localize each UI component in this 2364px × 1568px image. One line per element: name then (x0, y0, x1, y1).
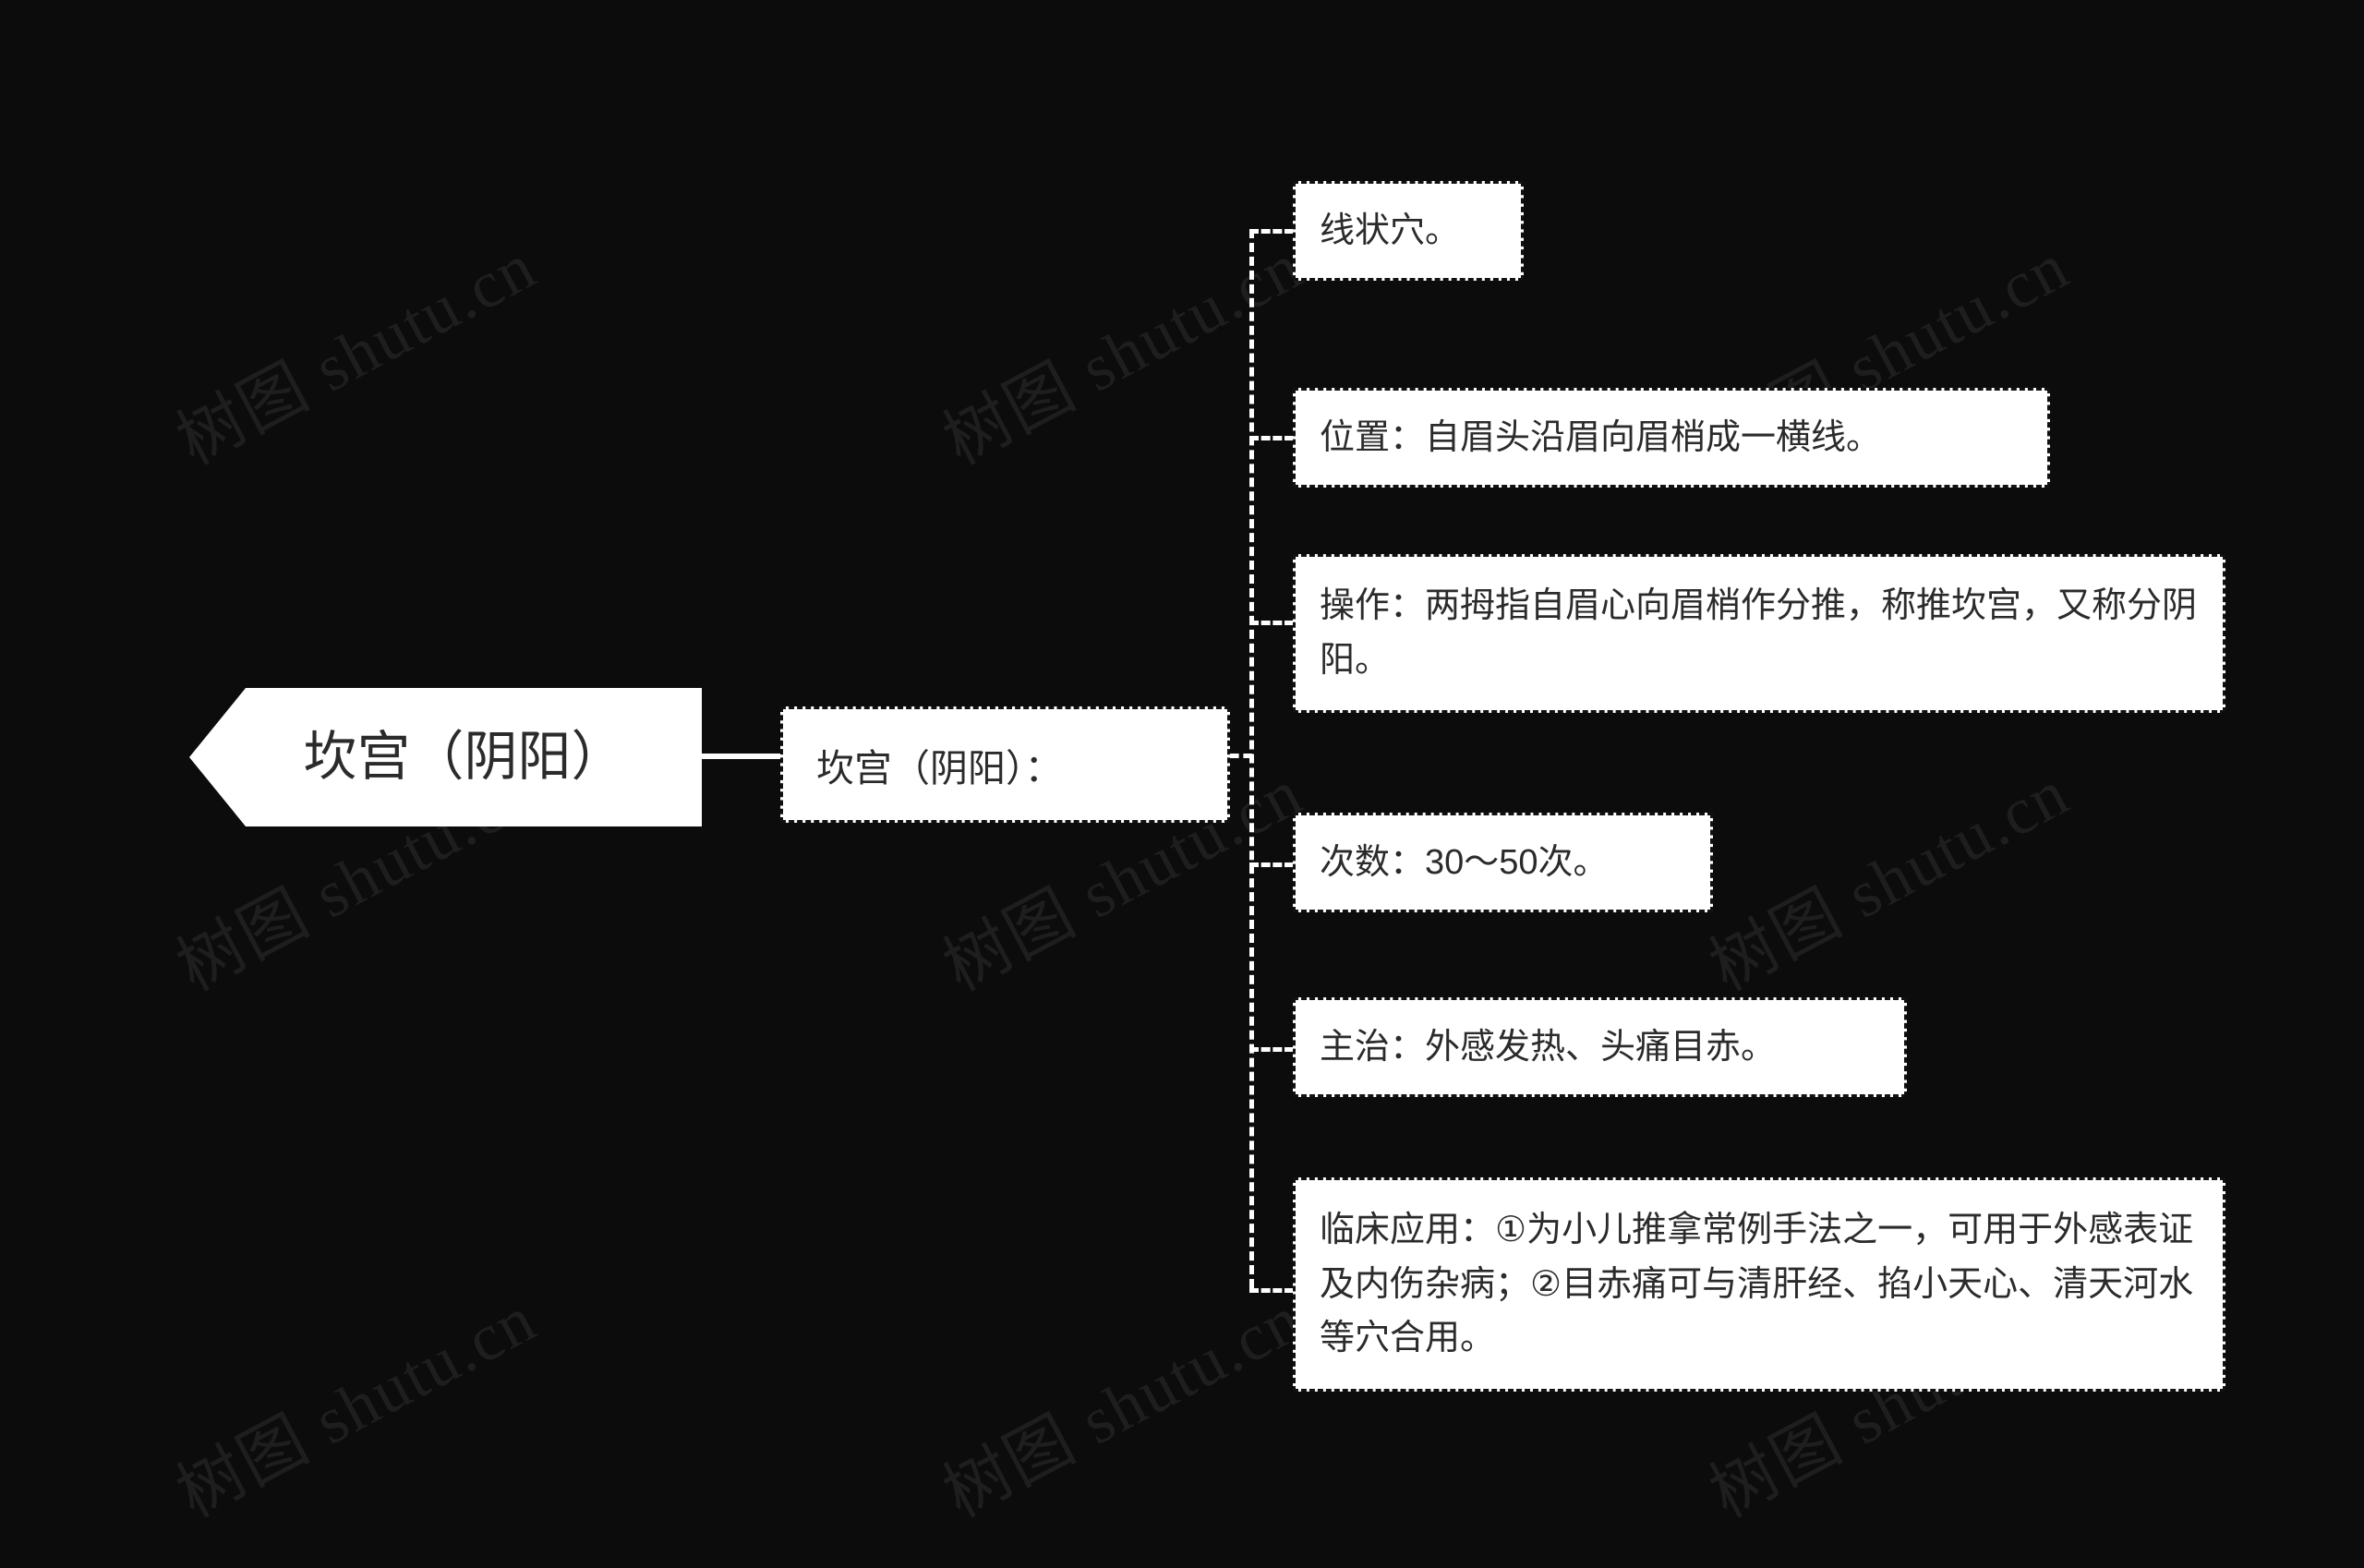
mindmap-leaf-node[interactable]: 主治：外感发热、头痛目赤。 (1293, 997, 1907, 1097)
mindmap-leaf-node[interactable]: 操作：两拇指自眉心向眉梢作分推，称推坎宫，又称分阴阳。 (1293, 554, 2225, 713)
mindmap-leaf-label: 次数：30～50次。 (1320, 842, 1609, 882)
connector-stub-leaf-6 (1249, 1288, 1294, 1293)
mindmap-leaf-label: 主治：外感发热、头痛目赤。 (1320, 1027, 1777, 1067)
connector-stub-leaf-2 (1249, 436, 1294, 440)
connector-stub-leaf-4 (1249, 862, 1294, 867)
connector-branch-to-trunk (1230, 754, 1252, 758)
mindmap-root-label: 坎宫（阴阳） (303, 726, 625, 787)
connector-stub-leaf-3 (1249, 621, 1294, 625)
mindmap-root-node[interactable]: 坎宫（阴阳） (189, 688, 702, 826)
mindmap-branch-node[interactable]: 坎宫（阴阳）： (780, 706, 1230, 823)
connector-stub-leaf-5 (1249, 1047, 1294, 1052)
mindmap-leaf-node[interactable]: 线状穴。 (1293, 181, 1524, 281)
mindmap-leaf-label: 操作：两拇指自眉心向眉梢作分推，称推坎宫，又称分阴阳。 (1320, 586, 2198, 680)
mindmap-leaf-label: 线状穴。 (1320, 211, 1461, 250)
mindmap-canvas: 坎宫（阴阳） 坎宫（阴阳）： 线状穴。 位置：自眉头沿眉向眉梢成一横线。 操作：… (0, 0, 2364, 1568)
mindmap-leaf-label: 位置：自眉头沿眉向眉梢成一横线。 (1320, 417, 1882, 457)
mindmap-leaf-node[interactable]: 临床应用：①为小儿推拿常例手法之一，可用于外感表证及内伤杂病；②目赤痛可与清肝经… (1293, 1177, 2225, 1392)
mindmap-leaf-node[interactable]: 位置：自眉头沿眉向眉梢成一横线。 (1293, 388, 2050, 488)
mindmap-leaf-label: 临床应用：①为小儿推拿常例手法之一，可用于外感表证及内伤杂病；②目赤痛可与清肝经… (1320, 1210, 2194, 1358)
mindmap-leaf-node[interactable]: 次数：30～50次。 (1293, 813, 1713, 912)
connector-root-to-branch (699, 754, 784, 759)
connector-stub-leaf-1 (1249, 229, 1294, 234)
connector-trunk-vertical (1249, 229, 1254, 1288)
mindmap-branch-label: 坎宫（阴阳）： (816, 747, 1063, 790)
